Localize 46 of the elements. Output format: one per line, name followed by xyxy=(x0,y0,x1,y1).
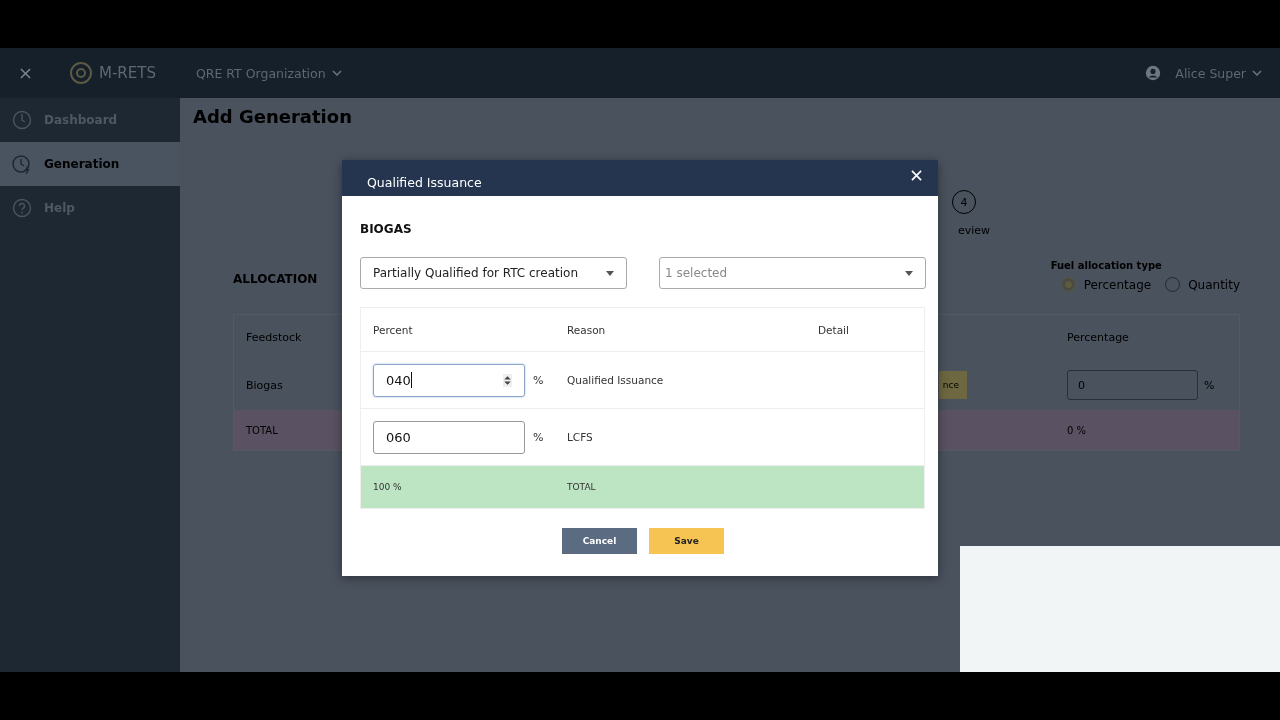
caret-icon xyxy=(606,270,614,276)
total-value: 100 % xyxy=(373,482,403,492)
logo-icon xyxy=(69,61,93,85)
column-header: Percentage xyxy=(1067,331,1130,344)
percentage-input[interactable]: 0 xyxy=(1067,370,1198,400)
table-cell-text: Qualified Issuance xyxy=(567,374,665,386)
clock-icon xyxy=(12,154,32,174)
sidebar-item[interactable]: Generation xyxy=(0,142,180,186)
page-title: Add Generation xyxy=(193,106,352,127)
unit-label: % xyxy=(533,373,544,387)
help-icon xyxy=(12,198,32,218)
column-header: Percent xyxy=(373,323,414,336)
reason-multiselect[interactable]: 1 selected xyxy=(659,257,926,289)
section-title: BIOGAS xyxy=(360,222,412,236)
organization-dropdown[interactable]: QRE RT Organization xyxy=(195,65,342,81)
section-title: ALLOCATION xyxy=(233,272,318,286)
radio-button[interactable] xyxy=(1060,277,1076,292)
column-header: Feedstock xyxy=(246,331,302,344)
unit-label: % xyxy=(533,430,544,444)
spinner-icon[interactable] xyxy=(503,373,512,387)
table-button[interactable]: nce xyxy=(938,371,967,399)
total-label: TOTAL xyxy=(567,482,597,492)
modal-title: Qualified Issuance xyxy=(367,174,482,190)
qualification-select[interactable]: Partially Qualified for RTC creation xyxy=(360,257,627,289)
caret-icon xyxy=(905,270,913,276)
column-header: Reason xyxy=(567,323,607,336)
step-label: eview xyxy=(957,224,991,237)
gauge-icon xyxy=(12,110,32,130)
cancel-button[interactable]: Cancel xyxy=(562,528,637,554)
user-menu[interactable]: Alice Super xyxy=(1145,65,1262,81)
table-cell-text: LCFS xyxy=(567,431,594,443)
unit-label: % xyxy=(1204,378,1215,392)
table-cell: Biogas xyxy=(246,378,283,392)
total-value: 0 % xyxy=(1067,424,1088,436)
user-icon xyxy=(1145,65,1162,81)
radio-label: Quantity xyxy=(1188,277,1240,292)
number-input[interactable]: 040 xyxy=(373,363,525,397)
radio-label: Percentage xyxy=(1083,277,1152,292)
chevron-down-icon xyxy=(1252,70,1262,76)
field-label: Fuel allocation type xyxy=(1050,260,1163,271)
chevron-down-icon xyxy=(331,70,342,76)
save-button[interactable]: Save xyxy=(649,528,724,554)
logo-text: M-RETS xyxy=(99,64,156,82)
column-header: Detail xyxy=(818,323,850,336)
total-label: TOTAL xyxy=(246,424,278,436)
number-input[interactable]: 060 xyxy=(373,420,525,454)
